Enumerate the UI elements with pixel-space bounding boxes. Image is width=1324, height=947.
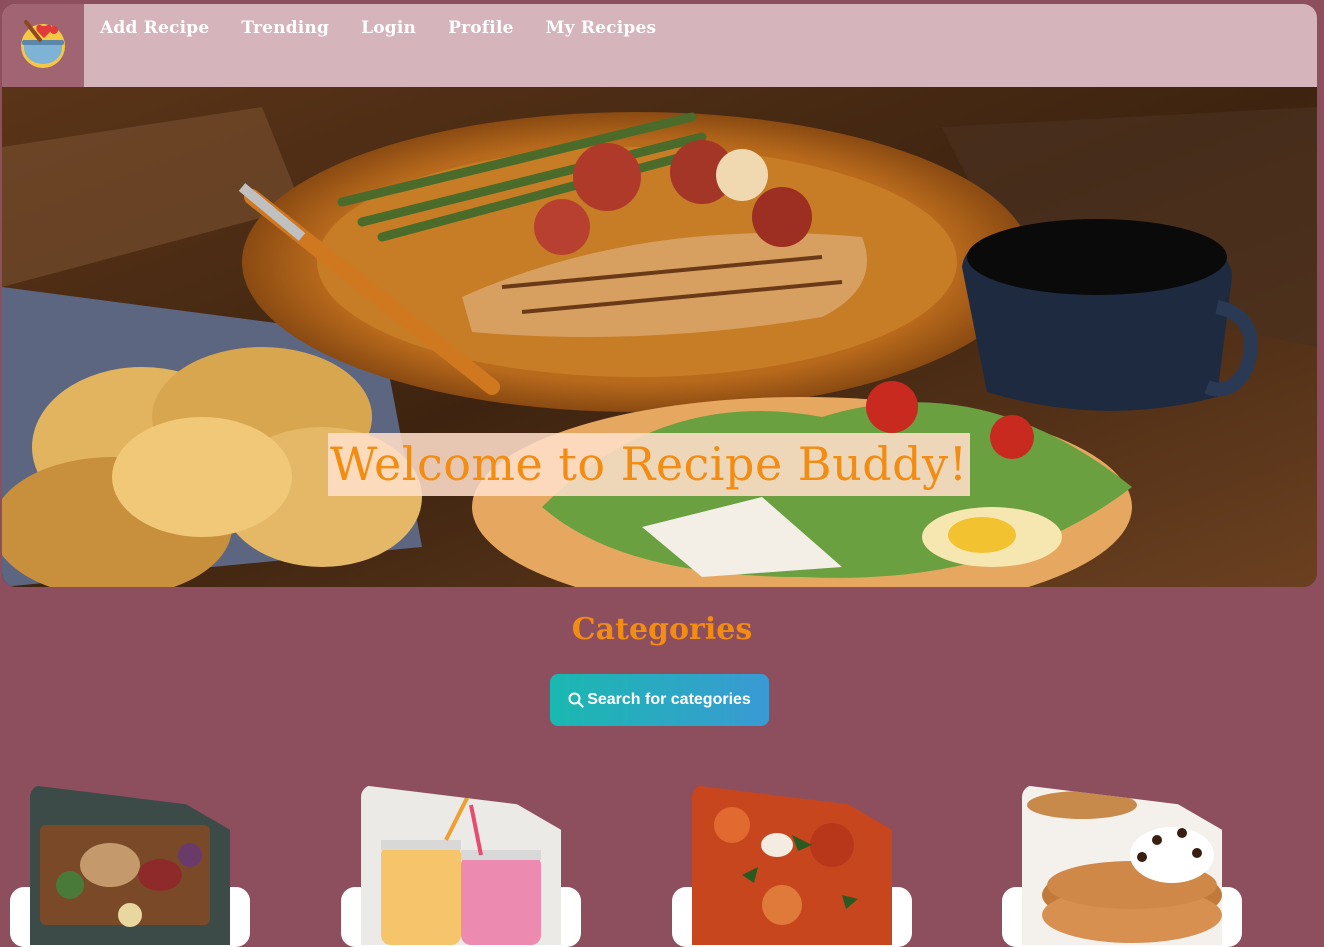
search-categories-button[interactable]: Search for categories: [550, 674, 769, 726]
nav-trending[interactable]: Trending: [241, 18, 329, 38]
nav-login[interactable]: Login: [361, 18, 416, 38]
categories-title: Categories: [571, 612, 753, 647]
pancakes-photo: [1022, 785, 1222, 945]
charcuterie-board-photo: [30, 785, 230, 945]
navbar: Add Recipe Trending Login Profile My Rec…: [2, 4, 1317, 87]
nav-profile[interactable]: Profile: [448, 18, 514, 38]
hero-title: Welcome to Recipe Buddy!: [328, 433, 970, 496]
logo[interactable]: [2, 4, 84, 87]
hero-banner: Welcome to Recipe Buddy!: [2, 87, 1317, 587]
search-icon: [568, 692, 584, 708]
hero-food-image: [2, 87, 1317, 587]
pizza-photo: [692, 785, 892, 945]
category-card-image-pizza[interactable]: [692, 785, 892, 945]
nav-my-recipes[interactable]: My Recipes: [546, 18, 657, 38]
search-button-label: Search for categories: [587, 691, 751, 708]
nav-add-recipe[interactable]: Add Recipe: [100, 18, 209, 38]
smoothies-photo: [361, 785, 561, 945]
nav-links: Add Recipe Trending Login Profile My Rec…: [100, 18, 688, 38]
category-card-image-smoothies[interactable]: [361, 785, 561, 945]
category-card-image-charcuterie[interactable]: [30, 785, 230, 945]
category-card-image-pancakes[interactable]: [1022, 785, 1222, 945]
cooking-pot-logo-icon: [21, 20, 65, 68]
